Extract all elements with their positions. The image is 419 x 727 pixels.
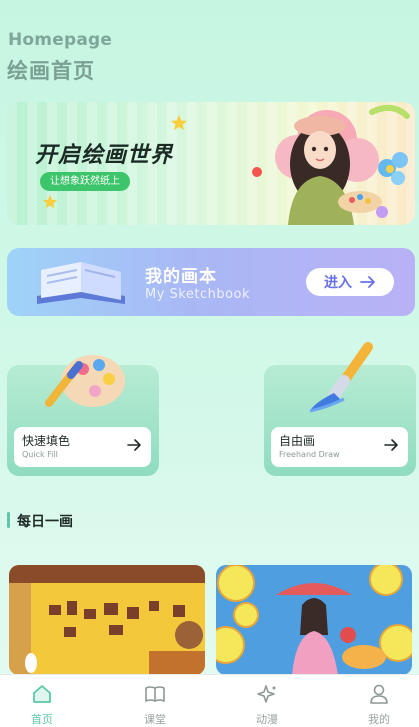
hero-illustration <box>252 104 410 225</box>
quick-fill-card[interactable]: 快速填色 Quick Fill <box>7 355 159 476</box>
tab-classroom-label: 课堂 <box>144 713 166 726</box>
page-title-en: Homepage <box>8 30 113 50</box>
tab-home[interactable]: 首页 <box>12 684 72 727</box>
page-title-cn: 绘画首页 <box>7 59 95 83</box>
tab-home-label: 首页 <box>31 713 53 726</box>
room-artwork-thumbnail <box>9 565 205 675</box>
tab-anime[interactable]: 动漫 <box>237 684 297 727</box>
status-bar <box>0 0 419 8</box>
hero-banner[interactable]: 开启绘画世界 让想象跃然纸上 <box>7 102 415 225</box>
paint-brush-icon <box>309 342 373 413</box>
tab-anime-label: 动漫 <box>256 713 278 726</box>
tab-profile[interactable]: 我的 <box>349 684 409 727</box>
sketchbook-subtitle: My Sketchbook <box>145 287 251 302</box>
hero-title: 开启绘画世界 <box>35 143 174 168</box>
tab-profile-label: 我的 <box>368 713 390 726</box>
daily-artwork-1[interactable] <box>9 565 205 675</box>
home-icon <box>33 685 51 703</box>
arrow-right-icon <box>127 439 141 451</box>
enter-button-label: 进入 <box>324 275 352 291</box>
freehand-subtitle: Freehand Draw <box>279 450 340 459</box>
quick-fill-label-box: 快速填色 Quick Fill <box>14 427 151 467</box>
arrow-right-icon <box>360 276 375 288</box>
quick-fill-title: 快速填色 <box>22 434 71 448</box>
lemon-girl-artwork-thumbnail <box>216 565 412 675</box>
freehand-title: 自由画 <box>279 434 316 448</box>
hero-subtitle-pill: 让想象跃然纸上 <box>40 172 130 191</box>
daily-section-title: 每日一画 <box>17 514 73 530</box>
star-icon <box>42 194 58 209</box>
enter-sketchbook-button[interactable]: 进入 <box>306 268 394 296</box>
section-accent-bar <box>7 512 10 528</box>
user-icon <box>370 684 388 704</box>
sketchbook-title: 我的画本 <box>145 267 217 287</box>
daily-artwork-2[interactable] <box>216 565 412 675</box>
freehand-draw-card[interactable]: 自由画 Freehand Draw <box>264 342 416 476</box>
book-icon <box>145 686 165 702</box>
freehand-label-box: 自由画 Freehand Draw <box>271 427 408 467</box>
star-icon <box>170 114 188 131</box>
quick-fill-subtitle: Quick Fill <box>22 450 58 459</box>
open-book-icon <box>37 262 125 304</box>
sparkle-icon <box>257 685 276 703</box>
paint-palette-icon <box>45 355 125 407</box>
arrow-right-icon <box>384 439 398 451</box>
tab-classroom[interactable]: 课堂 <box>125 684 185 727</box>
